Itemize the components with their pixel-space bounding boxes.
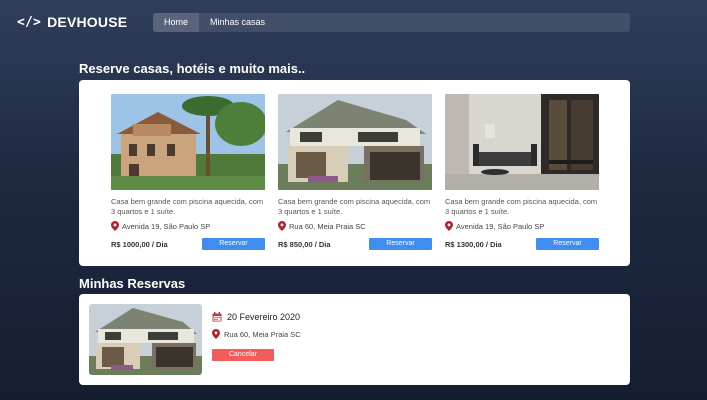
brand-name: DEVHOUSE [47,14,128,30]
listing-footer: R$ 1000,00 / Dia Reservar [111,238,265,250]
reservations-card: 20 Fevereiro 2020 Rua 60, Meia Praia SC … [79,294,630,385]
listing-photo[interactable] [445,94,599,190]
reserve-button[interactable]: Reservar [202,238,265,250]
listing-footer: R$ 1300,00 / Dia Reservar [445,238,599,250]
listings-card: Casa bem grande com piscina aquecida, co… [79,80,630,266]
listing-footer: R$ 850,00 / Dia Reservar [278,238,432,250]
reservation-location-text: Rua 60, Meia Praia SC [224,329,301,339]
listing-location: Avenida 19, São Paulo SP [111,221,265,231]
reservation-photo[interactable] [89,304,202,375]
nav-home[interactable]: Home [153,13,200,32]
cancel-reservation-button[interactable]: Cancelar [212,349,274,361]
location-pin-icon [445,221,453,231]
nav-my-houses[interactable]: Minhas casas [199,13,276,32]
reservation-date: 20 Fevereiro 2020 [212,312,300,322]
listings-section-title: Reserve casas, hotéis e muito mais.. [79,61,306,76]
reservation-location: Rua 60, Meia Praia SC [212,329,301,339]
brand-logo[interactable]: </> DEVHOUSE [17,14,127,30]
reserve-button[interactable]: Reservar [369,238,432,250]
top-navbar: Home Minhas casas [153,13,630,32]
location-pin-icon [212,329,220,339]
listing-price: R$ 850,00 / Dia [278,239,331,249]
location-pin-icon [111,221,119,231]
listing-photo[interactable] [278,94,432,190]
listing-location-text: Avenida 19, São Paulo SP [122,221,211,231]
listing-location: Rua 60, Meia Praia SC [278,221,432,231]
listing-location-text: Rua 60, Meia Praia SC [289,221,366,231]
listing-description: Casa bem grande com piscina aquecida, co… [445,197,598,216]
listing-description: Casa bem grande com piscina aquecida, co… [111,197,264,216]
listing-card: Casa bem grande com piscina aquecida, co… [278,94,432,250]
reservation-date-text: 20 Fevereiro 2020 [227,312,301,322]
listing-location: Avenida 19, São Paulo SP [445,221,599,231]
listing-price: R$ 1300,00 / Dia [445,239,502,249]
listing-description: Casa bem grande com piscina aquecida, co… [278,197,431,216]
location-pin-icon [278,221,286,231]
listing-card: Casa bem grande com piscina aquecida, co… [111,94,265,250]
listing-price: R$ 1000,00 / Dia [111,239,168,249]
code-icon: </> [17,14,42,30]
reservations-section-title: Minhas Reservas [79,276,186,291]
calendar-icon [212,312,222,322]
listing-location-text: Avenida 19, São Paulo SP [456,221,545,231]
reserve-button[interactable]: Reservar [536,238,599,250]
listing-card: Casa bem grande com piscina aquecida, co… [445,94,599,250]
listing-photo[interactable] [111,94,265,190]
